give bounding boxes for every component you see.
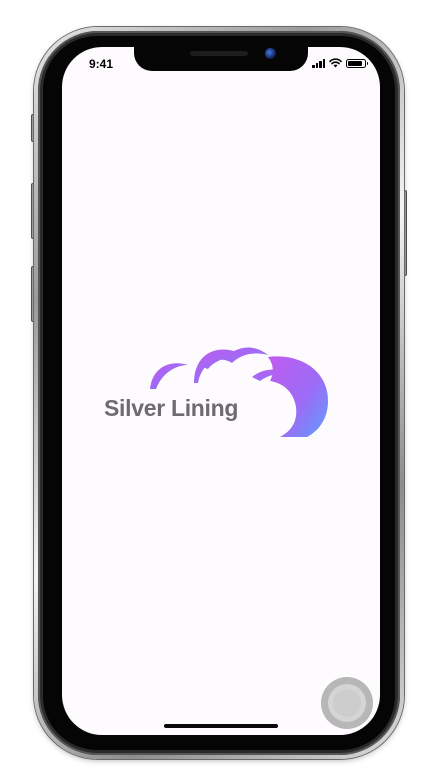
assistive-touch-center (333, 689, 361, 717)
status-time: 9:41 (89, 57, 114, 71)
device-stage: 9:41 Silver Lining (0, 0, 428, 781)
battery-level (348, 60, 363, 66)
battery-icon (346, 58, 368, 68)
status-icons (312, 58, 368, 68)
wifi-icon (329, 58, 342, 68)
front-camera-icon (265, 48, 276, 59)
assistive-touch-icon[interactable] (321, 677, 373, 729)
app-name-text: Silver Lining (104, 395, 239, 421)
phone-screen: 9:41 Silver Lining (62, 47, 380, 735)
home-indicator[interactable] (164, 724, 278, 728)
earpiece-speaker (190, 51, 248, 56)
app-logo: Silver Lining (102, 327, 342, 437)
assistive-touch-ring (328, 684, 366, 722)
cellular-signal-icon (312, 58, 325, 68)
notch (134, 47, 308, 71)
